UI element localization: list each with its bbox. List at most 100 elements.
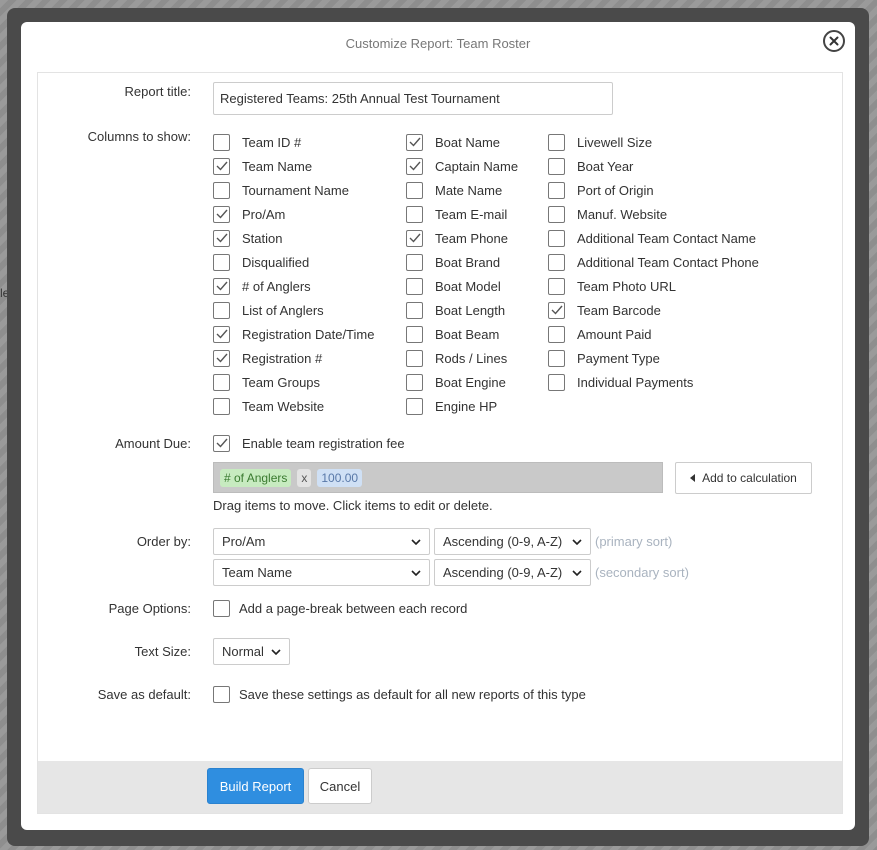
calc-token-field[interactable]: # of Anglers bbox=[220, 468, 292, 487]
column-option-checkbox[interactable]: Port of Origin bbox=[548, 180, 654, 200]
column-option-checkbox[interactable]: Additional Team Contact Phone bbox=[548, 252, 759, 272]
checkbox[interactable] bbox=[548, 157, 565, 175]
checkbox[interactable] bbox=[213, 397, 230, 415]
column-option-checkbox[interactable]: Rods / Lines bbox=[406, 348, 507, 368]
checkbox[interactable] bbox=[213, 599, 230, 617]
column-option-checkbox[interactable]: Tournament Name bbox=[213, 180, 349, 200]
column-option-checkbox[interactable]: Amount Paid bbox=[548, 324, 651, 344]
checkbox[interactable] bbox=[548, 229, 565, 247]
checkbox[interactable] bbox=[213, 277, 230, 295]
column-option-checkbox[interactable]: Boat Model bbox=[406, 276, 501, 296]
checkbox[interactable] bbox=[406, 253, 423, 271]
add-to-calculation-button[interactable]: Add to calculation bbox=[675, 462, 812, 494]
checkbox[interactable] bbox=[213, 229, 230, 247]
column-option-checkbox[interactable]: # of Anglers bbox=[213, 276, 311, 296]
close-button[interactable] bbox=[823, 30, 845, 52]
checkmark-icon bbox=[216, 209, 228, 219]
primary-sort-field-select[interactable]: Pro/Am bbox=[213, 528, 430, 555]
checkbox[interactable] bbox=[406, 157, 423, 175]
checkbox[interactable] bbox=[213, 157, 230, 175]
column-option-checkbox[interactable]: Individual Payments bbox=[548, 372, 693, 392]
column-option-checkbox[interactable]: List of Anglers bbox=[213, 300, 324, 320]
checkbox[interactable] bbox=[406, 373, 423, 391]
checkbox[interactable] bbox=[213, 373, 230, 391]
checkbox[interactable] bbox=[406, 277, 423, 295]
column-option-checkbox[interactable]: Team Website bbox=[213, 396, 324, 416]
checkbox[interactable] bbox=[213, 349, 230, 367]
page-break-checkbox[interactable]: Add a page-break between each record bbox=[213, 598, 467, 618]
enable-fee-checkbox[interactable]: Enable team registration fee bbox=[213, 433, 405, 453]
checkbox[interactable] bbox=[548, 277, 565, 295]
checkbox[interactable] bbox=[406, 301, 423, 319]
column-option-checkbox[interactable]: Team Name bbox=[213, 156, 312, 176]
checkbox[interactable] bbox=[406, 349, 423, 367]
checkbox[interactable] bbox=[548, 325, 565, 343]
column-option-checkbox[interactable]: Team Phone bbox=[406, 228, 508, 248]
checkbox[interactable] bbox=[406, 205, 423, 223]
checkbox[interactable] bbox=[548, 301, 565, 319]
calc-token-number[interactable]: 100.00 bbox=[317, 468, 363, 487]
column-option-checkbox[interactable]: Mate Name bbox=[406, 180, 502, 200]
column-option-checkbox[interactable]: Team ID # bbox=[213, 132, 301, 152]
secondary-sort-field-select[interactable]: Team Name bbox=[213, 559, 430, 586]
checkbox[interactable] bbox=[406, 133, 423, 151]
checkbox[interactable] bbox=[406, 325, 423, 343]
checkbox[interactable] bbox=[213, 325, 230, 343]
column-option-checkbox[interactable]: Boat Year bbox=[548, 156, 633, 176]
build-report-button[interactable]: Build Report bbox=[207, 768, 304, 804]
column-option-label: Port of Origin bbox=[577, 182, 654, 198]
column-option-checkbox[interactable]: Boat Length bbox=[406, 300, 505, 320]
save-default-checkbox[interactable]: Save these settings as default for all n… bbox=[213, 684, 586, 704]
calculation-area[interactable]: # of Anglers x 100.00 bbox=[213, 462, 663, 493]
column-option-label: Additional Team Contact Name bbox=[577, 230, 756, 246]
column-option-checkbox[interactable]: Team Photo URL bbox=[548, 276, 676, 296]
column-option-checkbox[interactable]: Payment Type bbox=[548, 348, 660, 368]
checkbox[interactable] bbox=[213, 434, 230, 452]
checkbox[interactable] bbox=[548, 133, 565, 151]
column-option-checkbox[interactable]: Station bbox=[213, 228, 282, 248]
page-options-label: Page Options: bbox=[108, 601, 191, 616]
column-option-checkbox[interactable]: Disqualified bbox=[213, 252, 309, 272]
checkbox[interactable] bbox=[406, 181, 423, 199]
checkbox[interactable] bbox=[213, 301, 230, 319]
text-size-select[interactable]: Normal bbox=[213, 638, 290, 665]
column-option-checkbox[interactable]: Team Barcode bbox=[548, 300, 661, 320]
checkbox[interactable] bbox=[213, 685, 230, 703]
checkbox[interactable] bbox=[213, 133, 230, 151]
column-option-checkbox[interactable]: Team E-mail bbox=[406, 204, 507, 224]
column-option-checkbox[interactable]: Pro/Am bbox=[213, 204, 285, 224]
column-option-checkbox[interactable]: Registration Date/Time bbox=[213, 324, 374, 344]
column-option-checkbox[interactable]: Manuf. Website bbox=[548, 204, 667, 224]
checkbox[interactable] bbox=[406, 229, 423, 247]
column-option-label: Station bbox=[242, 230, 283, 246]
checkbox[interactable] bbox=[213, 181, 230, 199]
cancel-button[interactable]: Cancel bbox=[308, 768, 372, 804]
column-option-label: Boat Length bbox=[435, 302, 506, 318]
primary-sort-direction-select[interactable]: Ascending (0-9, A-Z) bbox=[434, 528, 591, 555]
column-option-checkbox[interactable]: Boat Engine bbox=[406, 372, 506, 392]
column-option-checkbox[interactable]: Livewell Size bbox=[548, 132, 652, 152]
column-option-checkbox[interactable]: Captain Name bbox=[406, 156, 518, 176]
column-option-label: Registration # bbox=[242, 350, 323, 366]
column-option-checkbox[interactable]: Boat Name bbox=[406, 132, 500, 152]
checkbox[interactable] bbox=[548, 373, 565, 391]
column-option-checkbox[interactable]: Boat Beam bbox=[406, 324, 499, 344]
checkbox[interactable] bbox=[548, 253, 565, 271]
column-option-label: List of Anglers bbox=[242, 302, 324, 318]
checkbox[interactable] bbox=[406, 397, 423, 415]
checkbox[interactable] bbox=[548, 205, 565, 223]
dialog-footer: Build Report Cancel bbox=[38, 761, 842, 813]
report-title-input[interactable] bbox=[213, 82, 613, 115]
column-option-checkbox[interactable]: Engine HP bbox=[406, 396, 497, 416]
secondary-sort-direction-select[interactable]: Ascending (0-9, A-Z) bbox=[434, 559, 591, 586]
checkbox[interactable] bbox=[213, 205, 230, 223]
column-option-label: Pro/Am bbox=[242, 206, 286, 222]
column-option-checkbox[interactable]: Additional Team Contact Name bbox=[548, 228, 756, 248]
column-option-checkbox[interactable]: Boat Brand bbox=[406, 252, 500, 272]
column-option-checkbox[interactable]: Registration # bbox=[213, 348, 322, 368]
checkbox[interactable] bbox=[548, 181, 565, 199]
checkbox[interactable] bbox=[213, 253, 230, 271]
calc-token-operator[interactable]: x bbox=[297, 468, 312, 487]
checkbox[interactable] bbox=[548, 349, 565, 367]
column-option-checkbox[interactable]: Team Groups bbox=[213, 372, 320, 392]
